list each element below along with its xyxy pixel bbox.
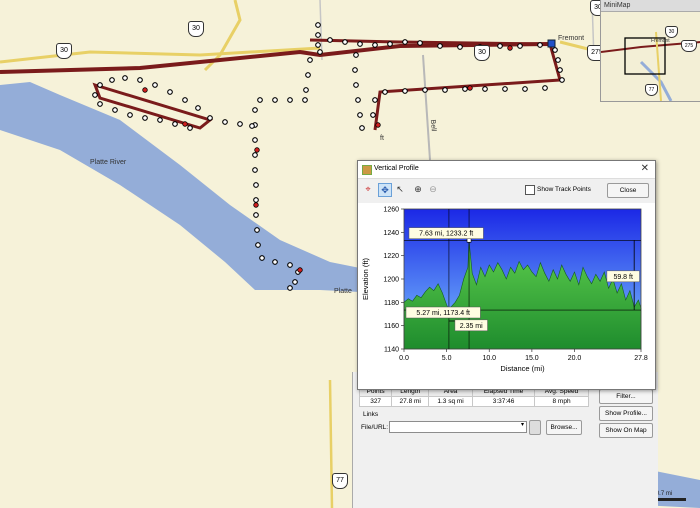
minimap[interactable]: MiniMap 30 275 77 Fremont [600,0,700,102]
point-a-label: 5.27 mi, 1173.4 ft [416,310,470,317]
links-label: Links [363,411,379,418]
file-url-label: File/URL: [361,424,389,431]
close-button[interactable]: Close [607,183,649,198]
vertical-profile-dialog: Vertical Profile ✕ ⌖ ✥ ↖ ⊕ ⊖ Show Track … [357,160,656,390]
x-tick-label: 10.0 [482,355,496,362]
minimap-title: MiniMap [601,0,700,12]
stats-area: 1.3 sq mi [428,396,473,407]
delta-y-label: 59.8 ft [613,274,633,281]
zoom-in-icon[interactable]: ⊕ [412,183,424,195]
minimap-route275-shield: 275 [681,40,697,52]
route77-shield: 77 [332,473,348,489]
pan-icon[interactable]: ✥ [378,183,392,197]
x-tick-label: 20.0 [568,355,582,362]
zoom-out-icon[interactable]: ⊖ [427,183,439,195]
bell-road-label: Bell [428,119,437,132]
dialog-title: Vertical Profile [374,165,419,172]
delta-x-label: 2.35 mi [460,323,483,330]
open-link-button[interactable] [529,420,541,435]
fremont-marker [547,39,556,48]
minimap-fremont-label: Fremont [651,38,670,44]
dialog-titlebar[interactable]: Vertical Profile ✕ [358,161,655,179]
stats-speed: 8 mph [534,396,589,407]
y-axis-label: Elevation (ft) [361,257,370,300]
fremont-label: Fremont [558,35,585,42]
y-tick-label: 1200 [383,277,399,284]
chevron-down-icon[interactable]: ▾ [521,421,524,428]
stats-length: 27.8 mi [391,396,430,407]
close-icon[interactable]: ✕ [641,163,649,174]
platte-river-label: Platte River [90,159,127,166]
elevation-profile-chart[interactable]: 1140 1160 1180 1200 1220 1240 1260 0.0 5.0 10.0 15… [358,203,655,389]
filter-button[interactable]: Filter... [599,389,653,404]
show-track-points-label: Show Track Points [537,186,591,193]
y-tick-label: 1220 [383,253,399,260]
x-tick-label: 15.0 [525,355,539,362]
y-tick-label: 1180 [384,300,399,307]
show-profile-button[interactable]: Show Profile... [599,406,653,421]
show-track-points-checkbox[interactable] [525,185,535,195]
track-label-ft: ft [380,135,384,142]
platte-label: Platte [334,288,352,295]
us30-shield: 30 [188,21,204,37]
y-tick-label: 1240 [383,230,399,237]
route30-shield: 30 [474,45,490,61]
track-properties-panel: Points Length Area Elapsed Time Avg. Spe… [352,372,658,508]
profile-toolbar: ⌖ ✥ ↖ ⊕ ⊖ Show Track Points Close [362,183,650,198]
y-tick-label: 1140 [384,347,399,354]
crosshair-icon[interactable]: ⌖ [362,183,374,195]
point-b-label: 7.63 mi, 1233.2 ft [419,231,473,238]
pointer-icon[interactable]: ↖ [394,183,406,195]
y-tick-label: 1260 [383,207,399,214]
app-icon [362,165,372,175]
browse-button[interactable]: Browse... [546,420,582,435]
stats-points: 327 [358,396,393,407]
x-axis-label: Distance (mi) [500,364,545,373]
y-tick-label: 1160 [384,323,399,330]
profile-chart-area: 1140 1160 1180 1200 1220 1240 1260 0.0 5.0 10.0 15… [358,203,655,389]
us30-shield: 30 [56,43,72,59]
show-on-map-button[interactable]: Show On Map [599,423,653,438]
x-tick-label: 5.0 [442,355,452,362]
file-url-input[interactable]: ▾ [389,421,527,433]
x-tick-label: 27.8 [634,355,648,362]
x-tick-label: 0.0 [399,355,409,362]
stats-elapsed: 3:37:46 [471,396,536,407]
